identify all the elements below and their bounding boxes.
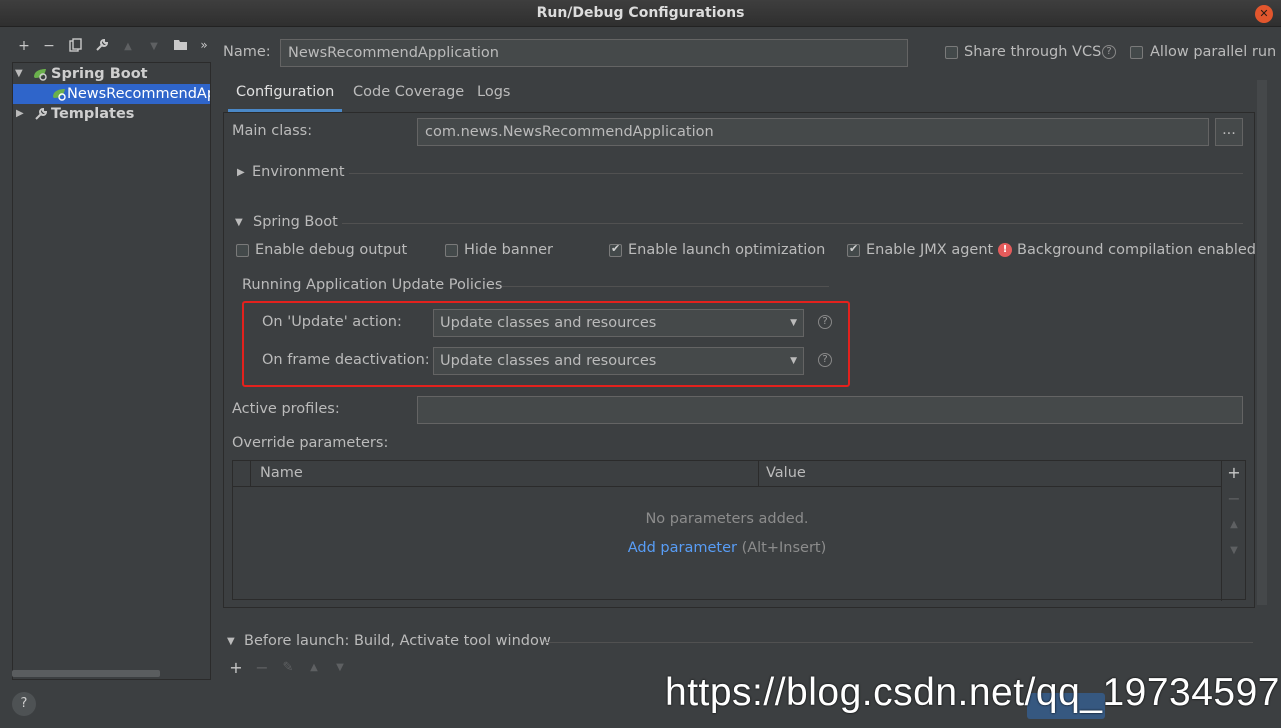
on-update-label: On 'Update' action:: [262, 314, 402, 330]
collapse-arrow-icon[interactable]: ▶: [16, 104, 24, 124]
on-frame-dropdown[interactable]: Update classes and resources ▼: [433, 347, 804, 375]
active-profiles-label: Active profiles:: [232, 401, 340, 417]
new-folder-button[interactable]: [170, 38, 190, 55]
launch-optimization-label: Enable launch optimization: [628, 242, 826, 258]
move-up-button[interactable]: ▲: [118, 41, 138, 52]
chevron-down-icon: ▼: [790, 356, 797, 366]
divider: [342, 223, 1243, 224]
shortcut-hint: (Alt+Insert): [736, 540, 827, 556]
add-parameter-button[interactable]: +: [1222, 463, 1246, 482]
override-parameters-table: Name Value + − ▲ ▼ No parameters added. …: [232, 460, 1246, 601]
tree-item-spring-boot[interactable]: ▼ Spring Boot: [13, 64, 210, 84]
tab-label: Configuration: [236, 84, 335, 100]
name-input[interactable]: NewsRecommendApplication: [280, 39, 908, 67]
more-actions-button[interactable]: »: [194, 38, 214, 52]
expand-arrow-icon[interactable]: ▼: [15, 64, 23, 84]
environment-expand-icon[interactable]: ▶: [237, 167, 245, 178]
add-parameter-link[interactable]: Add parameter: [628, 540, 737, 556]
tree-item-label: Templates: [51, 106, 135, 122]
chevron-down-icon: ▼: [790, 318, 797, 328]
remove-task-button[interactable]: −: [250, 658, 274, 677]
tree-item-news-recommend-app[interactable]: NewsRecommendAp: [13, 84, 211, 104]
close-window-button[interactable]: ✕: [1255, 5, 1273, 23]
tab-label: Logs: [477, 84, 511, 100]
tab-configuration[interactable]: Configuration: [228, 82, 343, 112]
copy-icon: [68, 38, 82, 52]
tree-item-templates[interactable]: ▶ Templates: [13, 104, 210, 127]
edit-task-button[interactable]: ✎: [276, 660, 300, 675]
main-class-label: Main class:: [232, 123, 313, 139]
empty-table-text: No parameters added.: [645, 511, 809, 527]
tree-horizontal-scrollbar[interactable]: [12, 670, 160, 677]
background-compilation-label: Background compilation enabled: [1017, 242, 1256, 258]
on-frame-label: On frame deactivation:: [262, 352, 430, 368]
enable-debug-label: Enable debug output: [255, 242, 408, 258]
move-down-button[interactable]: ▼: [144, 41, 164, 52]
allow-parallel-label: Allow parallel run: [1150, 44, 1277, 60]
spring-boot-collapse-icon[interactable]: ▼: [235, 217, 243, 228]
divider: [349, 173, 1243, 174]
move-down-button[interactable]: ▼: [1222, 545, 1246, 556]
main-class-input[interactable]: com.news.NewsRecommendApplication: [417, 118, 1209, 146]
tree-item-label: Spring Boot: [51, 66, 148, 82]
jmx-agent-checkbox[interactable]: [847, 242, 860, 257]
wrench-icon: [96, 38, 109, 51]
allow-parallel-checkbox[interactable]: [1130, 46, 1143, 59]
divider: [546, 642, 1253, 643]
tab-code-coverage[interactable]: Code Coverage: [353, 82, 464, 112]
environment-section-toggle[interactable]: Environment: [252, 164, 345, 180]
configuration-tree: ▼ Spring Boot NewsRecommendAp ▶ Template…: [12, 62, 211, 680]
divider: [502, 286, 829, 287]
tab-logs[interactable]: Logs: [477, 82, 510, 112]
folder-icon: [173, 40, 187, 50]
share-vcs-label: Share through VCS: [964, 44, 1102, 60]
add-task-button[interactable]: +: [224, 658, 248, 677]
spring-boot-section-toggle[interactable]: Spring Boot: [253, 214, 338, 230]
dropdown-value: Update classes and resources: [440, 353, 657, 369]
dropdown-value: Update classes and resources: [440, 315, 657, 331]
help-button[interactable]: ?: [12, 692, 36, 716]
panel-scrollbar[interactable]: [1257, 80, 1267, 605]
row-number-header: [233, 461, 251, 487]
help-icon[interactable]: ?: [1102, 45, 1116, 59]
name-label: Name:: [223, 44, 271, 60]
column-header-name[interactable]: Name: [260, 465, 303, 481]
watermark-text: https://blog.csdn.net/qq_19734597: [665, 671, 1280, 714]
help-icon[interactable]: ?: [818, 353, 832, 367]
help-icon[interactable]: ?: [818, 315, 832, 329]
wrench-icon: [34, 107, 48, 127]
remove-parameter-button[interactable]: −: [1222, 489, 1246, 508]
column-header-value[interactable]: Value: [766, 465, 806, 481]
hide-banner-checkbox[interactable]: [445, 244, 458, 257]
table-header: Name Value: [233, 461, 1221, 487]
table-toolbar-divider: [1221, 461, 1222, 601]
remove-config-button[interactable]: −: [39, 38, 59, 54]
share-vcs-checkbox[interactable]: [945, 46, 958, 59]
before-launch-collapse-icon[interactable]: ▼: [227, 636, 235, 647]
tab-label: Code Coverage: [353, 84, 465, 100]
move-task-down-button[interactable]: ▼: [328, 662, 352, 673]
copy-config-button[interactable]: [65, 38, 85, 56]
tree-item-label: NewsRecommendAp: [67, 86, 211, 102]
edit-templates-button[interactable]: [92, 38, 112, 56]
add-parameter-hint: Add parameter (Alt+Insert): [233, 540, 1221, 556]
active-profiles-input[interactable]: [417, 396, 1243, 424]
on-update-dropdown[interactable]: Update classes and resources ▼: [433, 309, 804, 337]
add-config-button[interactable]: +: [14, 38, 34, 54]
move-up-button[interactable]: ▲: [1222, 519, 1246, 530]
jmx-agent-label: Enable JMX agent: [866, 242, 994, 258]
launch-optimization-checkbox[interactable]: [609, 242, 622, 257]
hide-banner-label: Hide banner: [464, 242, 554, 258]
enable-debug-checkbox[interactable]: [236, 244, 249, 257]
warning-icon: !: [998, 243, 1012, 257]
browse-main-class-button[interactable]: ...: [1215, 118, 1243, 146]
window-title: Run/Debug Configurations: [536, 5, 745, 21]
move-task-up-button[interactable]: ▲: [302, 662, 326, 673]
override-parameters-label: Override parameters:: [232, 435, 389, 451]
before-launch-toggle[interactable]: Before launch: Build, Activate tool wind…: [244, 633, 551, 649]
column-divider[interactable]: [758, 461, 759, 487]
title-bar: Run/Debug Configurations ✕: [0, 0, 1281, 27]
update-policies-label: Running Application Update Policies: [242, 277, 503, 293]
